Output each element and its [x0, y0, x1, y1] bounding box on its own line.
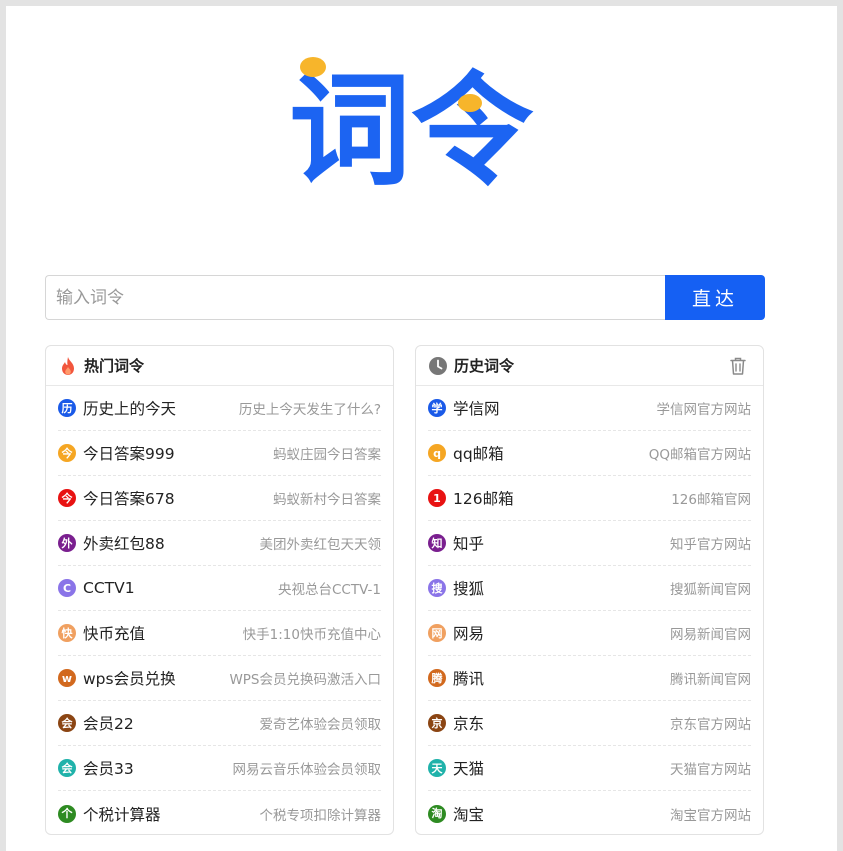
history-panel-title: 历史词令	[454, 357, 515, 375]
item-name: 网易	[453, 625, 485, 643]
item-desc: 蚂蚁新村今日答案	[273, 492, 381, 508]
item-badge: 天	[428, 759, 446, 777]
item-badge: 学	[428, 399, 446, 417]
item-name: 天猫	[453, 760, 485, 778]
history-list: 学学信网 学信网官方网站 q qq邮箱 QQ邮箱官方网站 1 126邮箱 126邮箱官网 …	[416, 386, 763, 834]
hot-item[interactable]: C CCTV1 央视总台CCTV-1	[58, 566, 381, 611]
hot-item[interactable]: w wps会员兑换 WPS会员兑换码激活入口	[58, 656, 381, 701]
item-name: 会员22	[83, 715, 134, 733]
item-badge: 腾	[428, 669, 446, 687]
item-name: 学信网	[453, 400, 500, 418]
item-badge: q	[428, 444, 446, 462]
item-name: 知乎	[453, 535, 485, 553]
history-item[interactable]: 京京东 京东官方网站	[428, 701, 751, 746]
item-desc: 网易云音乐体验会员领取	[232, 762, 382, 778]
flame-icon	[58, 356, 78, 376]
hot-item[interactable]: 快快币充值 快手1:10快币充值中心	[58, 611, 381, 656]
item-desc: 京东官方网站	[670, 717, 751, 733]
search-input[interactable]	[45, 275, 665, 320]
item-desc: 天猫官方网站	[670, 762, 751, 778]
item-badge: 会	[58, 714, 76, 732]
item-desc: 快手1:10快币充值中心	[242, 627, 381, 643]
item-name: 腾讯	[453, 670, 485, 688]
item-desc: 搜狐新闻官网	[670, 582, 751, 598]
go-button[interactable]: 直达	[665, 275, 765, 320]
page: 词令 直达 热门词令 历历史上的今天历史上今天发生了什么? 今今日答案999蚂蚁…	[6, 6, 837, 851]
trash-icon[interactable]	[727, 355, 749, 377]
hot-item[interactable]: 历历史上的今天 历史上今天发生了什么?	[58, 386, 381, 431]
item-badge: 会	[58, 759, 76, 777]
hot-item[interactable]: 今今日答案678 蚂蚁新村今日答案	[58, 476, 381, 521]
item-desc: 历史上今天发生了什么?	[238, 402, 381, 418]
item-desc: 学信网官方网站	[656, 402, 752, 418]
history-item[interactable]: 搜搜狐 搜狐新闻官网	[428, 566, 751, 611]
logo-dot-right	[458, 94, 482, 112]
history-item[interactable]: 1 126邮箱 126邮箱官网	[428, 476, 751, 521]
item-badge: 网	[428, 624, 446, 642]
item-desc: WPS会员兑换码激活入口	[229, 672, 381, 688]
item-desc: 腾讯新闻官网	[670, 672, 751, 688]
item-desc: 个税专项扣除计算器	[259, 807, 382, 824]
clock-icon	[428, 356, 448, 376]
item-desc: QQ邮箱官方网站	[648, 447, 751, 463]
item-badge: 搜	[428, 579, 446, 597]
item-desc: 126邮箱官网	[671, 492, 751, 508]
item-badge: 今	[58, 489, 76, 507]
history-item[interactable]: 腾腾讯 腾讯新闻官网	[428, 656, 751, 701]
history-panel: 历史词令 学学信网 学信网官方网站 q qq邮箱 QQ邮箱官方网站 1 126邮箱 126…	[415, 345, 764, 835]
hot-item[interactable]: 今今日答案999 蚂蚁庄园今日答案	[58, 431, 381, 476]
logo: 词令	[289, 57, 534, 196]
item-badge: 个	[58, 804, 76, 823]
search-bar: 直达	[45, 275, 765, 320]
item-badge: w	[58, 669, 76, 687]
item-desc: 蚂蚁庄园今日答案	[273, 447, 381, 463]
item-name: 今日答案999	[83, 445, 175, 463]
item-name: qq邮箱	[453, 445, 504, 463]
hot-list: 历历史上的今天 历史上今天发生了什么? 今今日答案999 蚂蚁庄园今日答案 今今日答…	[46, 386, 393, 834]
hot-item[interactable]: 会会员33 网易云音乐体验会员领取	[58, 746, 381, 791]
item-name: 个税计算器	[83, 805, 161, 824]
history-item[interactable]: 网网易 网易新闻官网	[428, 611, 751, 656]
item-desc: 美团外卖红包天天领	[259, 537, 382, 553]
item-name: 历史上的今天	[83, 400, 177, 418]
item-badge: 历	[58, 399, 76, 417]
hot-item[interactable]: 个个税计算器 个税专项扣除计算器	[58, 791, 382, 834]
item-desc: 爱奇艺体验会员领取	[259, 717, 382, 733]
item-desc: 知乎官方网站	[670, 537, 751, 553]
hot-panel: 热门词令 历历史上的今天 历史上今天发生了什么? 今今日答案999 蚂蚁庄园今日答案…	[45, 345, 394, 835]
item-badge: C	[58, 579, 76, 597]
history-item[interactable]: 学学信网 学信网官方网站	[428, 386, 751, 431]
item-badge: 淘	[428, 804, 446, 823]
hot-panel-header: 热门词令	[46, 346, 393, 386]
history-item[interactable]: q qq邮箱 QQ邮箱官方网站	[428, 431, 751, 476]
item-badge: 今	[58, 444, 76, 462]
item-name: 淘宝	[453, 805, 485, 824]
history-item[interactable]: 天天猫 天猫官方网站	[428, 746, 751, 791]
item-badge: 1	[428, 489, 446, 507]
item-desc: 央视总台CCTV-1	[277, 582, 381, 598]
item-desc: 淘宝官方网站	[670, 807, 751, 824]
item-name: wps会员兑换	[83, 670, 176, 688]
logo-text: 词令	[289, 60, 534, 196]
item-name: 搜狐	[453, 580, 485, 598]
item-name: 126邮箱	[453, 490, 514, 508]
item-badge: 京	[428, 714, 446, 732]
item-name: 外卖红包88	[83, 535, 165, 553]
item-name: 今日答案678	[83, 490, 175, 508]
history-item[interactable]: 淘淘宝 淘宝官方网站	[428, 791, 751, 834]
item-name: 会员33	[83, 760, 134, 778]
history-panel-header: 历史词令	[416, 346, 763, 386]
logo-dot-left	[300, 57, 326, 77]
hot-item[interactable]: 外外卖红包88 美团外卖红包天天领	[58, 521, 381, 566]
item-desc: 网易新闻官网	[670, 627, 751, 643]
item-badge: 快	[58, 624, 76, 642]
item-name: CCTV1	[83, 579, 135, 597]
item-badge: 知	[428, 534, 446, 552]
hot-panel-title: 热门词令	[84, 357, 145, 375]
item-name: 快币充值	[83, 625, 146, 643]
history-item[interactable]: 知知乎 知乎官方网站	[428, 521, 751, 566]
hot-item[interactable]: 会会员22 爱奇艺体验会员领取	[58, 701, 381, 746]
item-badge: 外	[58, 534, 76, 552]
item-name: 京东	[453, 715, 485, 733]
